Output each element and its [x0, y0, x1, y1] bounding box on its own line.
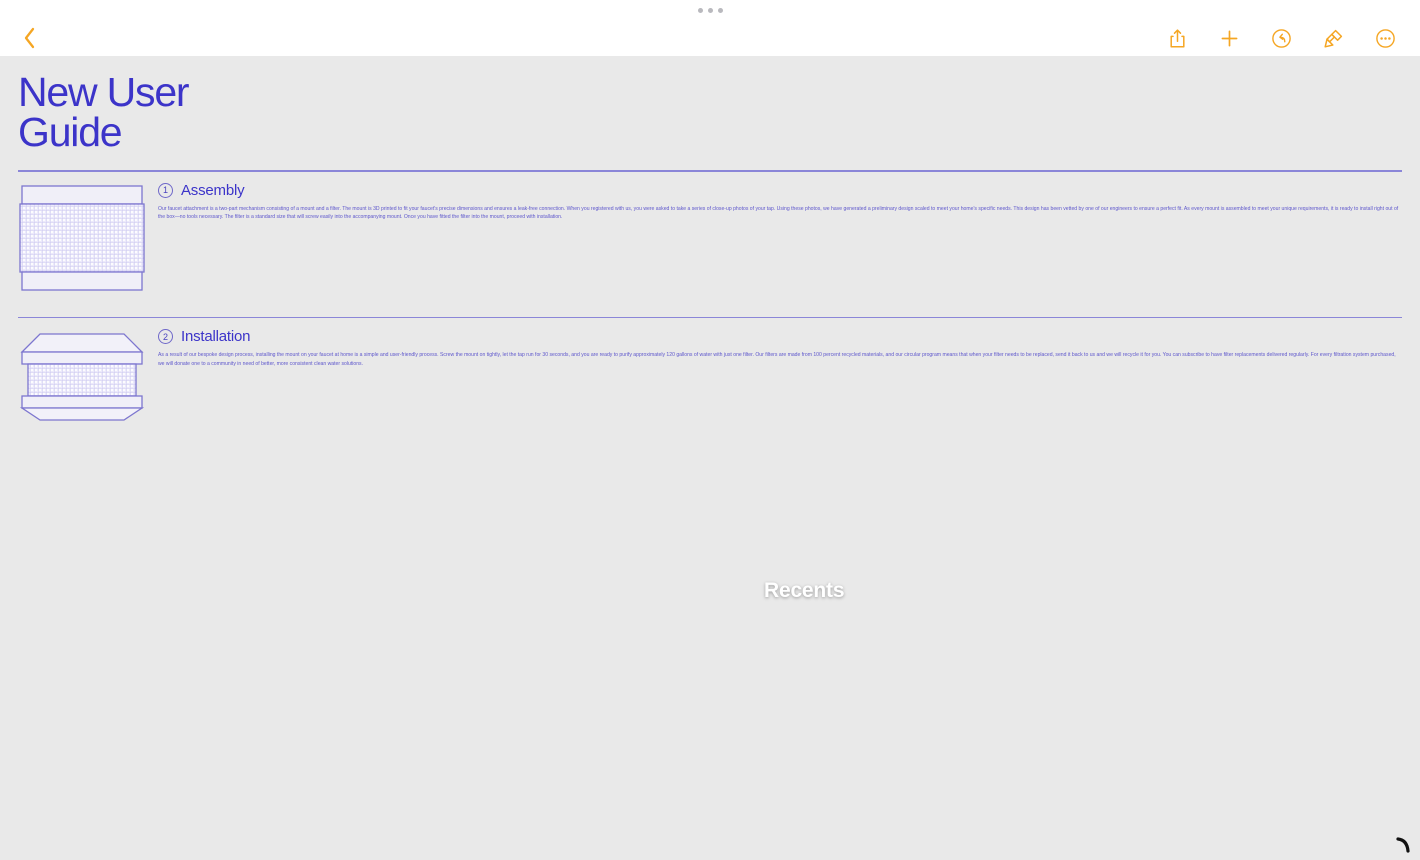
section-divider — [18, 170, 1402, 172]
document-section-installation: 2 Installation As a result of our bespok… — [18, 328, 1402, 429]
document-section-assembly: 1 Assembly Our faucet attachment is a tw… — [18, 181, 1402, 299]
section-number: 1 — [158, 182, 173, 198]
desktop: Albums Recents — [0, 0, 1420, 860]
section-body-text: Our faucet attachment is a two-part mech… — [158, 205, 1399, 221]
section-heading: 2 Installation — [158, 328, 1402, 346]
document-title: New User Guide — [18, 69, 190, 156]
section-title: Assembly — [181, 181, 245, 199]
section-content: 2 Installation As a result of our bespok… — [158, 328, 1402, 429]
notes-header — [0, 0, 1420, 56]
notes-toolbar — [0, 20, 1420, 56]
hex-mount-diagram — [18, 328, 146, 429]
section-content: 1 Assembly Our faucet attachment is a tw… — [158, 181, 1402, 299]
notes-back-button[interactable] — [14, 23, 44, 53]
section-heading: 1 Assembly — [158, 181, 1402, 199]
section-number: 2 — [158, 329, 173, 345]
window-grabber[interactable] — [0, 8, 1420, 13]
filter-mesh-diagram — [18, 182, 146, 299]
section-body-text: As a result of our bespoke design proces… — [158, 352, 1396, 367]
section-title: Installation — [181, 328, 251, 346]
notes-app-window[interactable]: New User Guide 1 Assembly Our faucet att… — [0, 0, 1420, 860]
notes-document-body[interactable]: New User Guide 1 Assembly Our faucet att… — [0, 56, 1420, 860]
album-title: Recents — [764, 579, 845, 602]
section-divider — [18, 316, 1402, 319]
